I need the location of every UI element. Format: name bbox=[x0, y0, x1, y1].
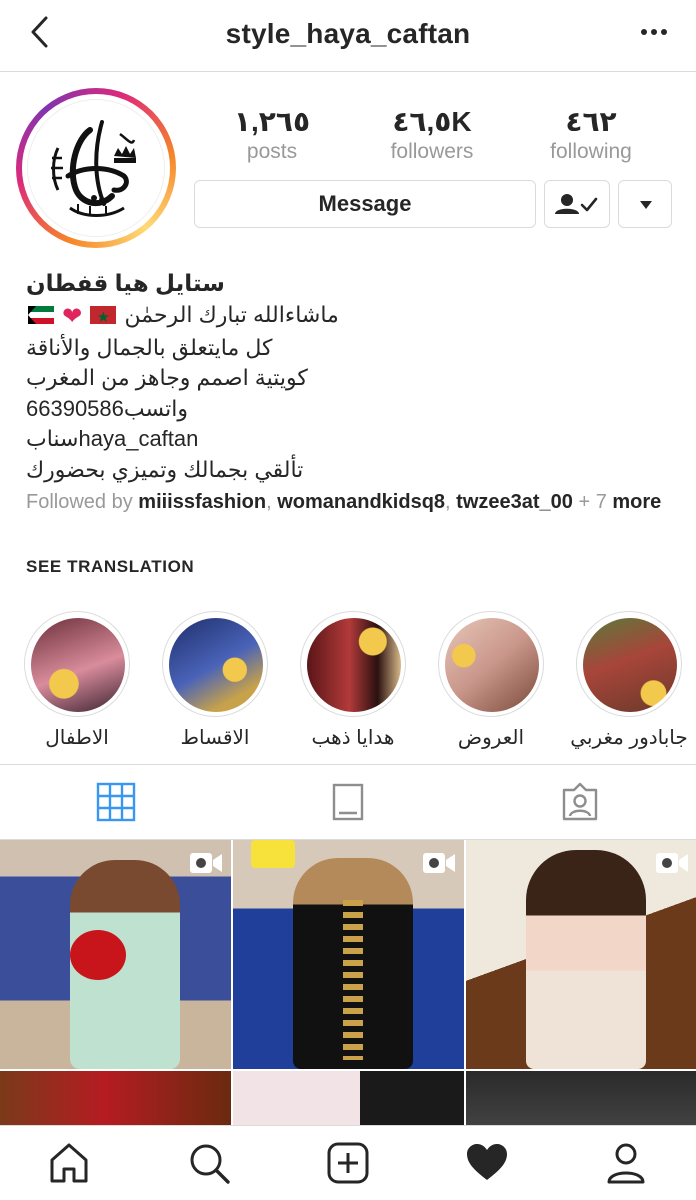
post-embroidery bbox=[343, 900, 363, 1060]
posts-count: ١,٢٦٥ bbox=[233, 106, 311, 137]
bio-line-blessing: ❤ ماشاءالله تبارك الرحمٰن bbox=[26, 300, 676, 334]
heart-activity-icon[interactable] bbox=[464, 1140, 510, 1186]
following-status-button[interactable] bbox=[544, 180, 610, 228]
highlight-label: جابادور مغربي bbox=[570, 727, 688, 749]
tagged-icon bbox=[562, 782, 598, 821]
posts-label: posts bbox=[246, 140, 298, 163]
caret-down-icon bbox=[640, 201, 652, 209]
kuwait-flag-icon bbox=[28, 306, 54, 324]
followed-by-prefix: Followed by bbox=[26, 491, 133, 513]
highlight-thumbnail bbox=[169, 618, 263, 712]
post-thumbnail[interactable] bbox=[233, 1071, 464, 1125]
person-check-icon bbox=[555, 194, 598, 214]
highlight-thumbnail bbox=[31, 618, 125, 712]
bio-line-1: ماشاءالله تبارك الرحمٰن bbox=[124, 302, 339, 327]
tab-grid[interactable] bbox=[0, 765, 232, 839]
highlight-label: هدايا ذهب bbox=[311, 727, 395, 749]
tab-tagged[interactable] bbox=[464, 765, 696, 839]
followers-count: ٤٦,٥K bbox=[392, 106, 472, 137]
bio-line-3: كويتية اصمم وجاهز من المغرب bbox=[26, 365, 308, 390]
follower-link[interactable]: miiissfashion bbox=[138, 491, 266, 513]
following-count: ٤٦٢ bbox=[565, 106, 617, 137]
snapcode-sticker bbox=[251, 840, 295, 868]
follower-link[interactable]: twzee3at_00 bbox=[456, 491, 573, 513]
separator: , bbox=[445, 491, 451, 513]
highlight-label: العروض bbox=[457, 727, 525, 749]
profile-icon[interactable] bbox=[603, 1140, 649, 1186]
profile-full-name: ستايل هيا قفطان bbox=[26, 270, 225, 296]
profile-avatar[interactable] bbox=[16, 88, 176, 248]
suggested-dropdown-button[interactable] bbox=[618, 180, 672, 228]
post-thumbnail[interactable] bbox=[0, 1071, 231, 1125]
bio-line-2: كل مايتعلق بالجمال والأناقة bbox=[26, 334, 273, 360]
posts-grid bbox=[0, 840, 696, 1125]
more-link[interactable]: more bbox=[612, 491, 661, 513]
following-label: following bbox=[550, 140, 632, 163]
post-thumbnail[interactable] bbox=[233, 840, 464, 1069]
stat-posts[interactable]: ١,٢٦٥ posts bbox=[207, 106, 337, 166]
tab-igtv[interactable] bbox=[232, 765, 464, 839]
bio-line-6: تألقي بجمالك وتميزي بحضورك bbox=[26, 456, 304, 482]
brand-logo bbox=[27, 99, 165, 237]
highlight-label: الاطفال bbox=[45, 727, 109, 749]
profile-username: style_haya_caftan bbox=[225, 18, 471, 49]
message-button[interactable]: Message bbox=[194, 180, 536, 228]
profile-tabs bbox=[0, 764, 696, 840]
post-thumbnail[interactable] bbox=[466, 840, 696, 1069]
video-icon bbox=[655, 850, 689, 876]
profile-bio: ستايل هيا قفطان ❤ ماشاءالله تبارك الرحمٰ… bbox=[26, 266, 676, 485]
bottom-navigation bbox=[0, 1125, 696, 1200]
more-dots-icon[interactable] bbox=[638, 22, 670, 42]
follower-link[interactable]: womanandkidsq8 bbox=[277, 491, 445, 513]
video-icon bbox=[422, 850, 456, 876]
igtv-icon bbox=[332, 783, 364, 821]
followed-by[interactable]: Followed by miiissfashion, womanandkidsq… bbox=[26, 490, 676, 514]
separator: , bbox=[266, 491, 272, 513]
home-icon[interactable] bbox=[46, 1140, 92, 1186]
stat-following[interactable]: ٤٦٢ following bbox=[526, 106, 656, 166]
more-count: + 7 bbox=[578, 491, 607, 513]
post-roses bbox=[70, 930, 126, 980]
followers-label: followers bbox=[390, 140, 474, 163]
red-heart-icon: ❤ bbox=[62, 303, 83, 330]
grid-icon bbox=[96, 782, 136, 822]
stat-followers[interactable]: ٤٦,٥K followers bbox=[367, 106, 497, 166]
post-figure bbox=[526, 850, 646, 1069]
highlight-thumbnail bbox=[445, 618, 539, 712]
bio-line-snapchat: سنابhaya_caftan bbox=[26, 426, 199, 451]
highlight-label: الاقساط bbox=[180, 727, 250, 749]
add-post-icon[interactable] bbox=[325, 1140, 371, 1186]
video-icon bbox=[189, 850, 223, 876]
search-icon[interactable] bbox=[186, 1140, 232, 1186]
bio-line-whatsapp: واتسب66390586 bbox=[26, 395, 188, 421]
top-bar: style_haya_caftan bbox=[0, 0, 696, 72]
post-thumbnail[interactable] bbox=[466, 1071, 696, 1125]
highlight-thumbnail bbox=[583, 618, 677, 712]
see-translation-link[interactable]: SEE TRANSLATION bbox=[26, 557, 194, 577]
morocco-flag-icon bbox=[90, 303, 117, 334]
highlight-thumbnail bbox=[307, 618, 401, 712]
post-thumbnail[interactable] bbox=[0, 840, 231, 1069]
